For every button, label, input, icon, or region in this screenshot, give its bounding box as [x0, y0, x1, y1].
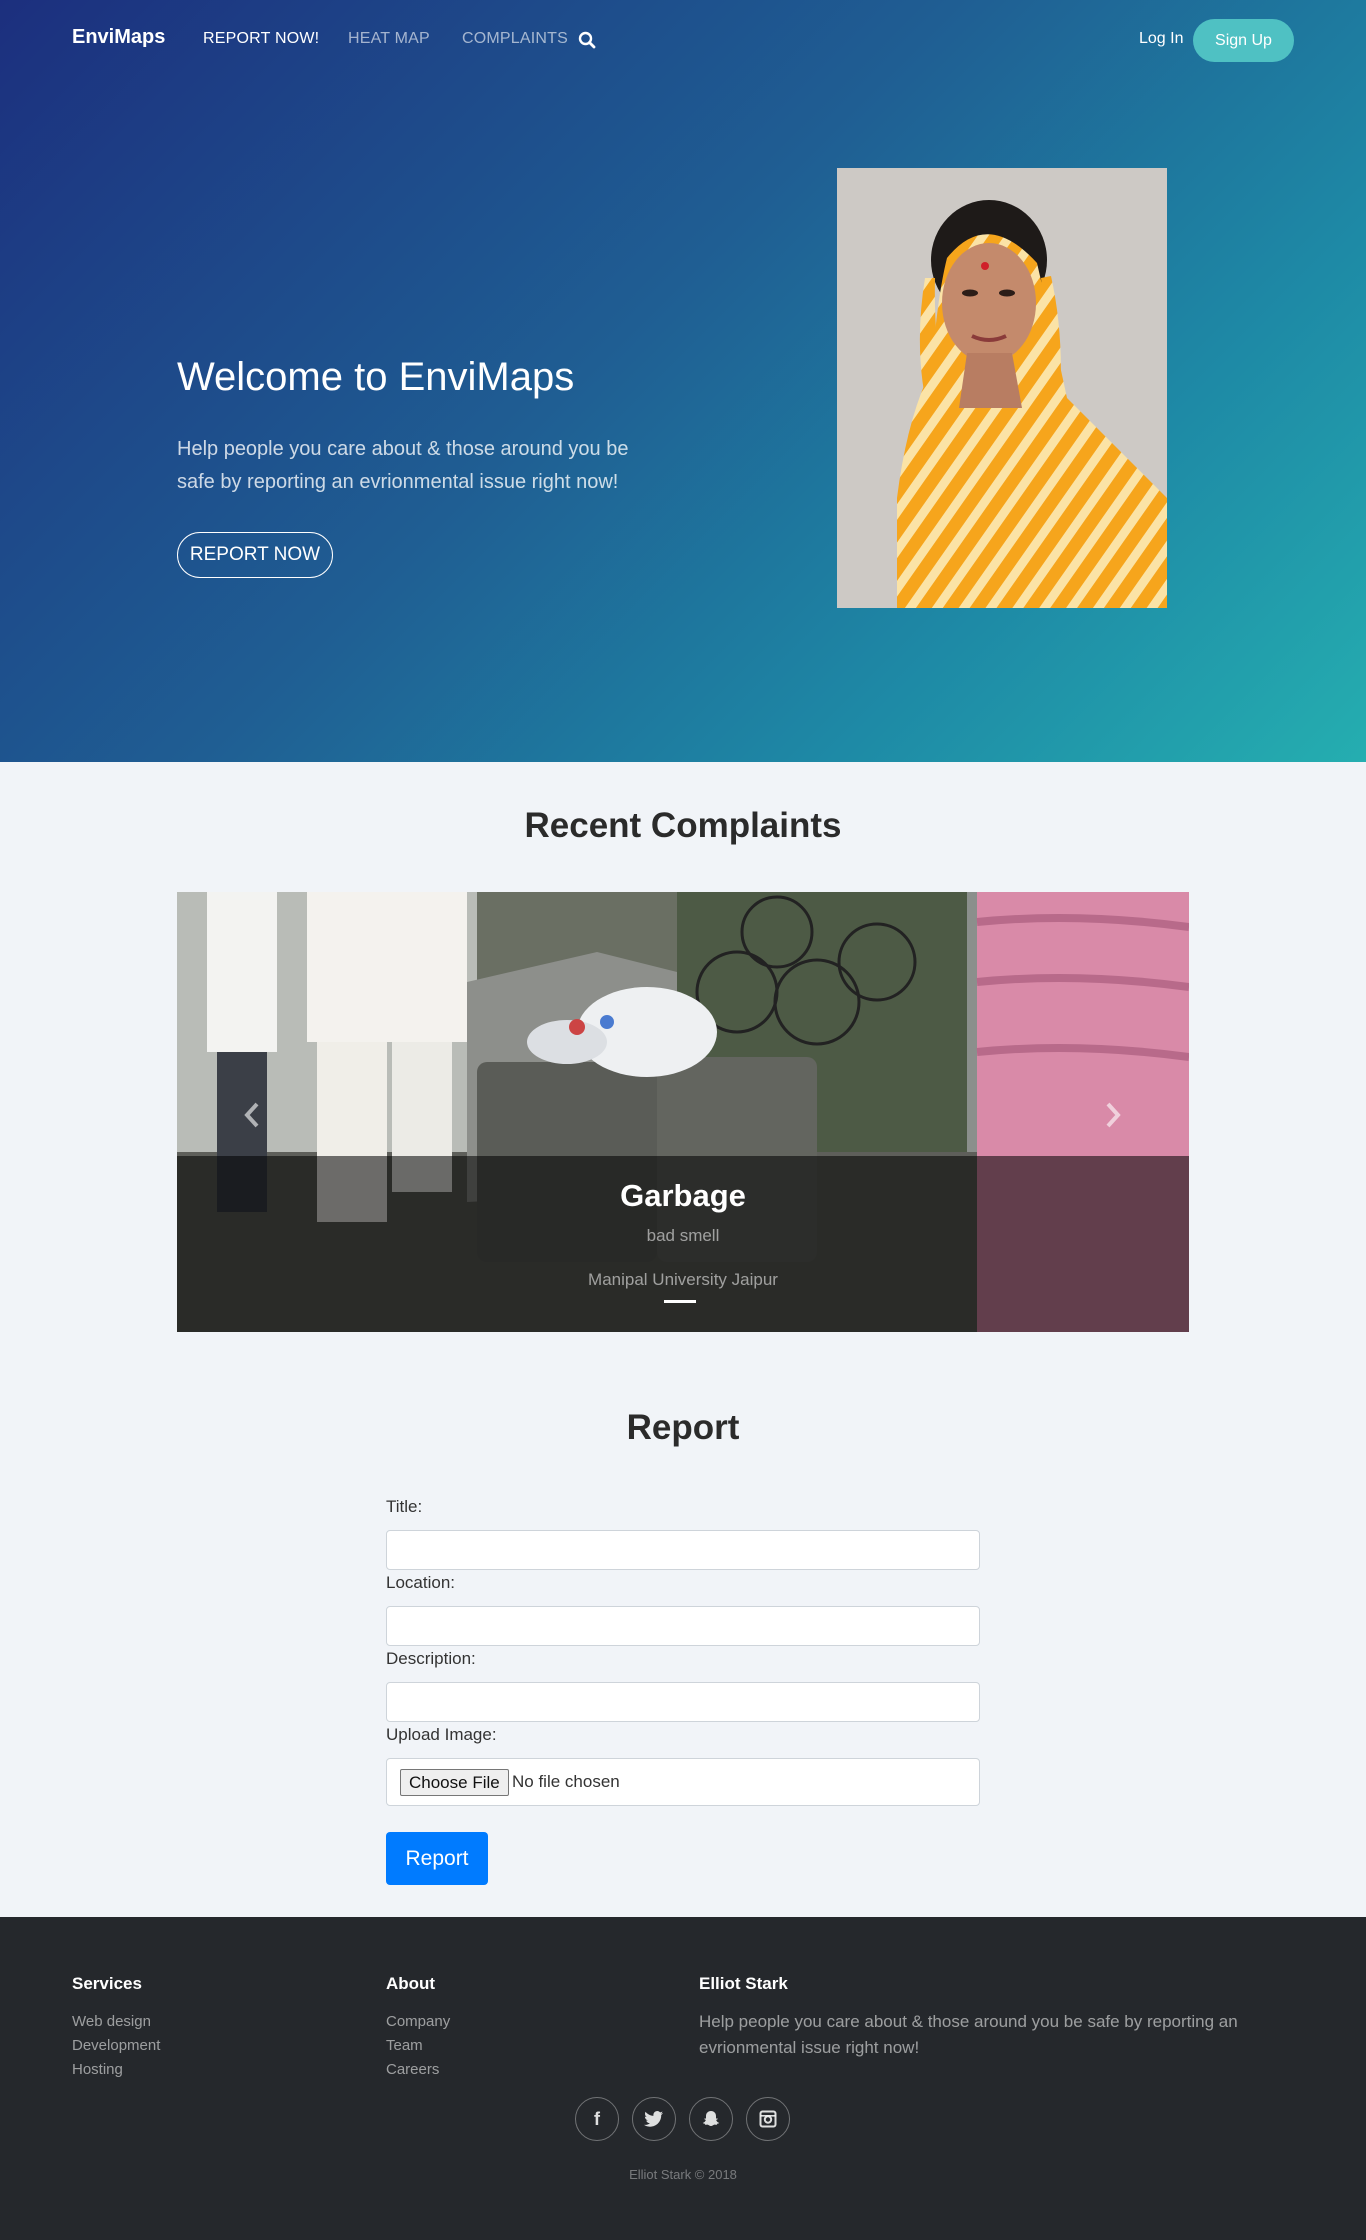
footer-contact-title: Elliot Stark [699, 1974, 788, 1993]
navbar: EnviMaps REPORT NOW! HEAT MAP COMPLAINTS… [0, 0, 1366, 80]
hero-report-now-button[interactable]: REPORT NOW [177, 532, 333, 578]
footer-about-title: About [386, 1974, 436, 1993]
carousel-caption-location: Manipal University Jaipur [588, 1270, 778, 1289]
carousel-prev-icon[interactable] [241, 1100, 263, 1130]
nav-report-now[interactable]: REPORT NOW! [203, 30, 319, 48]
footer-copyright: Elliot Stark © 2018 [629, 2167, 737, 2182]
recent-complaints-title: Recent Complaints [524, 806, 842, 845]
carousel-caption-description: bad smell [646, 1226, 720, 1245]
nav-complaints[interactable]: COMPLAINTS [462, 30, 568, 48]
hero-portrait-image [837, 168, 1167, 608]
title-label: Title: [386, 1497, 423, 1516]
location-field[interactable] [386, 1606, 980, 1646]
snapchat-icon[interactable] [689, 2097, 733, 2141]
location-label: Location: [386, 1573, 455, 1592]
carousel-next-icon[interactable] [1102, 1100, 1124, 1130]
description-label: Description: [386, 1649, 476, 1668]
footer-link-team[interactable]: Team [386, 2037, 423, 2054]
login-link[interactable]: Log In [1139, 30, 1183, 48]
twitter-icon[interactable] [632, 2097, 676, 2141]
upload-image-label: Upload Image: [386, 1725, 497, 1744]
carousel-indicator[interactable] [664, 1300, 696, 1303]
complaints-carousel[interactable]: Garbage bad smell Manipal University Jai… [177, 892, 1189, 1332]
footer: Services Web design Development Hosting … [0, 1917, 1366, 2240]
upload-image-field: Choose File No file chosen [386, 1758, 980, 1806]
instagram-icon[interactable] [746, 2097, 790, 2141]
footer-link-company[interactable]: Company [386, 2013, 450, 2030]
title-field[interactable] [386, 1530, 980, 1570]
hero-title: Welcome to EnviMaps [177, 355, 575, 399]
footer-link-careers[interactable]: Careers [386, 2061, 439, 2078]
search-icon[interactable] [577, 30, 597, 50]
no-file-text: No file chosen [512, 1772, 620, 1791]
hero-section: EnviMaps REPORT NOW! HEAT MAP COMPLAINTS… [0, 0, 1366, 762]
description-field[interactable] [386, 1682, 980, 1722]
brand-logo[interactable]: EnviMaps [72, 26, 165, 49]
facebook-icon[interactable]: f [575, 2097, 619, 2141]
footer-link-web-design[interactable]: Web design [72, 2013, 151, 2030]
footer-services-title: Services [72, 1974, 142, 1993]
footer-link-hosting[interactable]: Hosting [72, 2061, 123, 2078]
report-title: Report [626, 1408, 740, 1447]
nav-heat-map[interactable]: HEAT MAP [348, 30, 430, 48]
hero-subtitle: Help people you care about & those aroun… [177, 438, 629, 493]
carousel-caption-title: Garbage [620, 1178, 746, 1213]
footer-link-development[interactable]: Development [72, 2037, 160, 2054]
signup-button[interactable]: Sign Up [1193, 19, 1294, 62]
report-submit-button[interactable]: Report [386, 1832, 488, 1885]
choose-file-button[interactable]: Choose File [400, 1769, 509, 1796]
footer-contact-text: Help people you care about & those aroun… [699, 2012, 1238, 2057]
